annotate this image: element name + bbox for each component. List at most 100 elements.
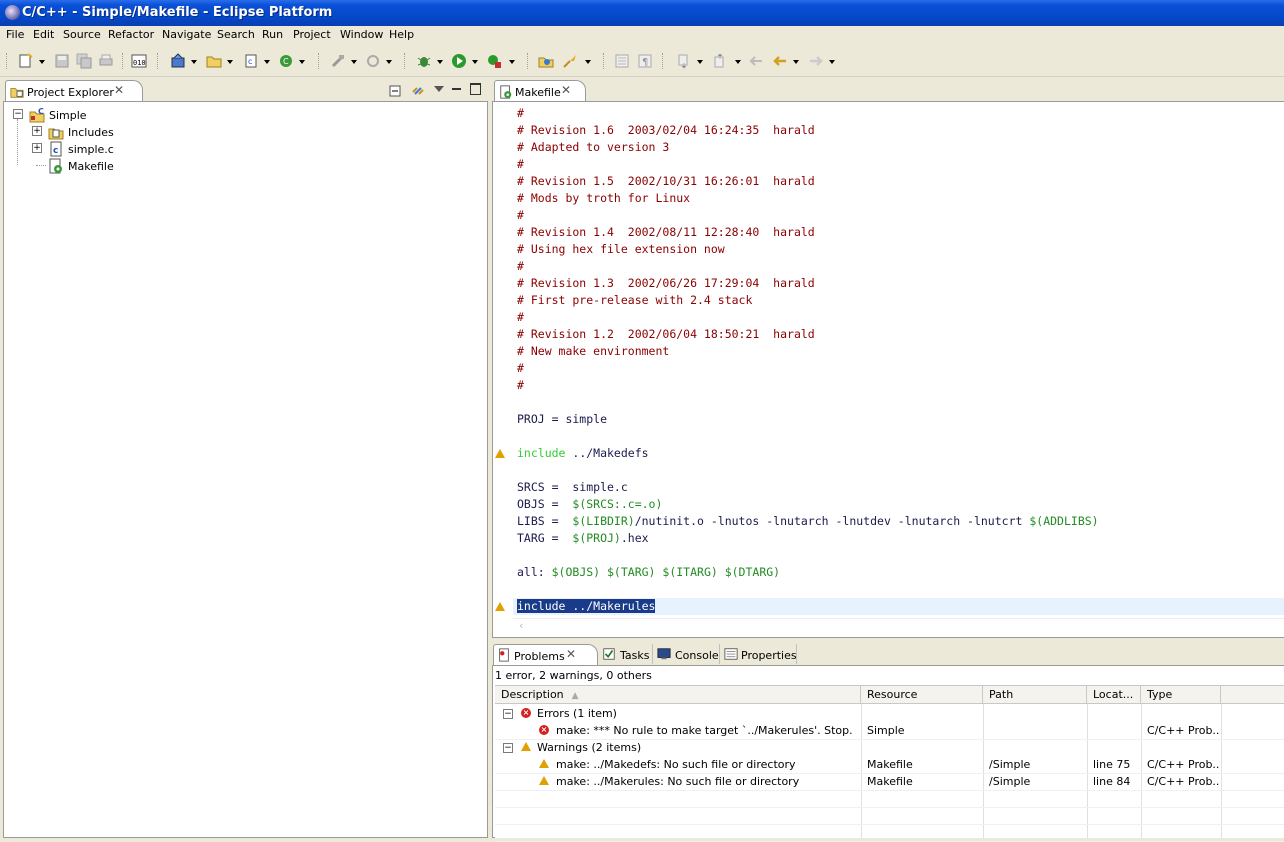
menu-refactor[interactable]: Refactor [108,28,154,41]
menu-project[interactable]: Project [293,28,331,41]
new-file-dropdown-icon[interactable] [264,60,270,64]
close-icon[interactable]: ✕ [561,83,571,97]
search-icon[interactable] [562,53,578,69]
problem-location-cell: line 75 [1093,758,1131,771]
problem-group-label: Warnings (2 items) [537,741,642,754]
collapse-icon[interactable]: − [503,709,513,719]
debug-icon[interactable] [416,53,432,69]
new-class-dropdown-icon[interactable] [299,60,305,64]
project-explorer-pane: − C Simple + Includes + c simple.c Makef… [3,101,488,838]
new-class-icon[interactable]: C [278,53,294,69]
problem-row[interactable]: make: ../Makedefs: No such file or direc… [495,756,1284,774]
simple-c-label: simple.c [68,143,114,156]
code-line: OBJS = $(SRCS:.c=.o) [517,496,662,513]
column-path[interactable]: Path [983,686,1087,703]
link-with-editor-icon[interactable] [410,83,426,99]
run-dropdown-icon[interactable] [472,60,478,64]
new-project-icon[interactable] [170,53,186,69]
code-line: # [517,105,524,122]
c-project-icon: C [29,107,45,123]
prev-annotation-icon[interactable] [712,53,728,69]
warning-marker-icon[interactable] [495,602,505,611]
code-line: # [517,207,524,224]
close-icon[interactable]: ✕ [566,647,576,661]
toggle-mark-icon[interactable] [614,53,630,69]
code-token: $(PROJ) [572,531,621,545]
maximize-icon[interactable] [470,83,481,95]
menu-navigate[interactable]: Navigate [162,28,211,41]
menu-source[interactable]: Source [63,28,101,41]
tab-project-explorer[interactable]: Project Explorer ✕ [5,80,143,103]
refresh-dropdown-icon[interactable] [386,60,392,64]
column-location[interactable]: Locat... [1087,686,1141,703]
toggle-whitespace-icon[interactable]: ¶ [637,53,653,69]
code-line: # New make environment [517,343,669,360]
last-edit-icon[interactable] [748,53,764,69]
code-line: # Revision 1.5 2002/10/31 16:26:01 haral… [517,173,815,190]
run-icon[interactable] [451,53,467,69]
save-icon[interactable] [54,53,70,69]
new-icon[interactable] [18,53,34,69]
new-folder-dropdown-icon[interactable] [227,60,233,64]
new-folder-icon[interactable] [206,53,222,69]
problem-resource-cell: Makefile [867,758,913,771]
problem-group-row[interactable]: − Warnings (2 items) [495,739,1284,756]
menu-window[interactable]: Window [340,28,383,41]
column-description[interactable]: Description ▲ [495,686,861,703]
problem-group-row[interactable]: − × Errors (1 item) [495,705,1284,722]
menu-help[interactable]: Help [389,28,414,41]
collapse-icon[interactable]: − [13,109,23,119]
prev-annotation-dropdown-icon[interactable] [735,60,741,64]
next-annotation-icon[interactable] [676,53,692,69]
code-token: # Adapted to version 3 [517,140,670,154]
save-all-icon[interactable] [76,53,92,69]
menu-file[interactable]: File [6,28,24,41]
new-project-dropdown-icon[interactable] [191,60,197,64]
binary-icon[interactable]: 010 [131,53,147,69]
forward-icon[interactable] [808,53,824,69]
menu-search[interactable]: Search [217,28,255,41]
menu-bar: File Edit Source Refactor Navigate Searc… [0,26,1284,44]
forward-dropdown-icon[interactable] [829,60,835,64]
new-dropdown-icon[interactable] [39,60,45,64]
print-icon[interactable] [98,53,114,69]
close-icon[interactable]: ✕ [114,83,124,97]
collapse-icon[interactable]: − [503,743,513,753]
column-type[interactable]: Type [1141,686,1221,703]
minimize-icon[interactable] [452,88,461,90]
scroll-left-icon[interactable]: ‹ [519,619,523,632]
external-tools-dropdown-icon[interactable] [509,60,515,64]
next-annotation-dropdown-icon[interactable] [697,60,703,64]
build-icon[interactable] [330,53,346,69]
debug-dropdown-icon[interactable] [437,60,443,64]
back-icon[interactable] [772,53,788,69]
expand-icon[interactable]: + [32,126,42,136]
problem-row[interactable]: make: ../Makerules: No such file or dire… [495,773,1284,791]
search-dropdown-icon[interactable] [585,60,591,64]
code-token: # First pre-release with 2.4 stack [517,293,753,307]
tab-makefile[interactable]: Makefile ✕ [494,80,586,103]
back-dropdown-icon[interactable] [793,60,799,64]
tab-divider [652,644,653,664]
problems-pane: 1 error, 2 warnings, 0 others Descriptio… [492,665,1284,842]
problem-row[interactable]: × make: *** No rule to make target `../Ma… [495,722,1284,740]
collapse-all-icon[interactable] [389,85,401,97]
column-resource[interactable]: Resource [861,686,983,703]
code-token: LIBS = [517,514,573,528]
view-menu-icon[interactable] [434,86,444,92]
build-dropdown-icon[interactable] [351,60,357,64]
horizontal-scrollbar[interactable]: ‹ [513,618,1284,636]
external-tools-icon[interactable] [486,53,502,69]
new-file-icon[interactable]: c [243,53,259,69]
expand-icon[interactable]: + [32,143,42,153]
problem-type-cell: C/C++ Prob... [1147,775,1219,788]
menu-edit[interactable]: Edit [33,28,54,41]
console-icon [657,648,671,660]
warning-marker-icon[interactable] [495,449,505,458]
tab-problems[interactable]: Problems ✕ [493,644,598,667]
properties-tab-label: Properties [741,649,797,662]
open-type-icon[interactable] [538,53,554,69]
problems-summary: 1 error, 2 warnings, 0 others [495,669,652,682]
refresh-icon[interactable] [365,53,381,69]
menu-run[interactable]: Run [262,28,283,41]
